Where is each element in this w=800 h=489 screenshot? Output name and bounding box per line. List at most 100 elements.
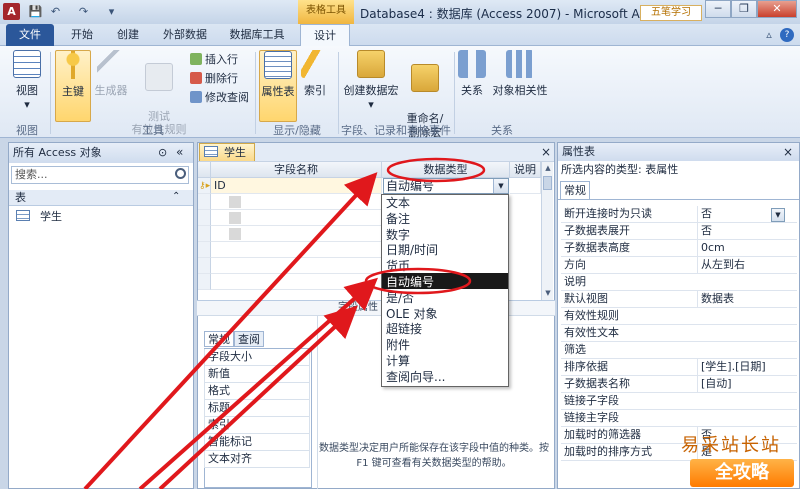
property-row[interactable]: 默认视图 数据表 — [561, 291, 797, 308]
data-type-option[interactable]: 日期/时间 — [386, 242, 438, 258]
field-prop-row[interactable]: 文本对齐 — [204, 451, 310, 468]
tab-database-tools[interactable]: 数据库工具 — [222, 24, 292, 46]
tab-external-data[interactable]: 外部数据 — [154, 24, 216, 46]
description-cell[interactable] — [510, 178, 541, 194]
redo-icon[interactable]: ↷ — [76, 4, 91, 19]
customize-qa-icon[interactable]: ▾ — [104, 4, 119, 19]
row-selector-key[interactable]: ⚷▸ — [198, 178, 211, 194]
modify-lookup-button[interactable]: 修改查阅 — [190, 90, 249, 106]
property-row[interactable]: 有效性规则 — [561, 308, 797, 325]
row-selector[interactable] — [198, 210, 211, 226]
data-type-option[interactable]: 附件 — [386, 337, 410, 353]
shutter-collapse-icon[interactable]: « — [176, 145, 183, 159]
property-row[interactable]: 链接主字段 — [561, 410, 797, 427]
property-value[interactable]: [学生].[日期] — [697, 359, 797, 375]
field-prop-row[interactable]: 智能标记 — [204, 434, 310, 451]
tab-general[interactable]: 常规 — [204, 331, 234, 347]
property-value[interactable]: 0cm — [697, 240, 797, 256]
close-document-icon[interactable]: × — [541, 145, 551, 159]
field-name-cell[interactable] — [211, 274, 382, 290]
row-selector[interactable] — [198, 194, 211, 210]
field-prop-row[interactable]: 新值 — [204, 366, 310, 383]
row-selector[interactable] — [198, 242, 211, 258]
scroll-down-icon[interactable]: ▼ — [542, 287, 554, 299]
group-collapse-icon[interactable]: ⌃ — [172, 191, 180, 202]
restore-button[interactable]: ❐ — [731, 0, 757, 18]
save-icon[interactable]: 💾 — [28, 4, 43, 19]
nav-search-input[interactable]: 搜索... — [11, 166, 189, 184]
tab-file[interactable]: 文件 — [6, 24, 54, 46]
access-app-icon[interactable]: A — [3, 3, 20, 20]
combo-dropdown-icon[interactable]: ▼ — [493, 179, 508, 193]
document-tab-student[interactable]: 学生 — [199, 143, 255, 161]
property-value[interactable]: 否 — [697, 223, 797, 239]
property-row[interactable]: 链接子字段 — [561, 393, 797, 410]
delete-row-button[interactable]: 删除行 — [190, 71, 238, 87]
object-dependencies-button[interactable]: 对象相关性 — [490, 50, 550, 122]
data-type-option[interactable]: 是/否 — [386, 290, 414, 306]
field-name-cell[interactable] — [211, 242, 382, 258]
builder-button[interactable]: 生成器 — [93, 50, 129, 122]
nav-group-tables[interactable]: 表 — [9, 190, 193, 206]
grid-scrollbar[interactable]: ▲ ▼ — [541, 162, 553, 300]
row-selector[interactable] — [198, 274, 211, 290]
data-type-option[interactable]: 数字 — [386, 227, 410, 243]
field-name-cell[interactable]: ID — [211, 178, 382, 194]
row-selector[interactable] — [198, 226, 211, 242]
indexes-button[interactable]: 索引 — [300, 50, 330, 122]
field-prop-row[interactable]: 标题 — [204, 400, 310, 417]
primary-key-button[interactable]: 主键 — [55, 50, 91, 122]
tab-create[interactable]: 创建 — [108, 24, 148, 46]
data-type-option[interactable]: 自动编号 — [386, 274, 434, 290]
nav-menu-icon[interactable]: ⊙ — [158, 146, 167, 159]
property-tab-general[interactable]: 常规 — [560, 181, 590, 199]
row-selector[interactable] — [198, 258, 211, 274]
field-name-cell[interactable] — [211, 258, 382, 274]
scroll-up-icon[interactable]: ▲ — [542, 162, 554, 174]
scroll-thumb[interactable] — [543, 176, 552, 190]
data-type-option[interactable]: 超链接 — [386, 321, 422, 337]
data-type-option[interactable]: 货币 — [386, 258, 410, 274]
field-prop-row[interactable]: 索引 — [204, 417, 310, 434]
data-type-option[interactable]: 文本 — [386, 195, 410, 211]
data-type-combo[interactable]: 自动编号 — [383, 178, 509, 194]
close-button[interactable]: ✕ — [757, 0, 797, 18]
property-row[interactable]: 子数据表高度 0cm — [561, 240, 797, 257]
close-property-sheet-icon[interactable]: × — [783, 145, 793, 159]
data-type-option[interactable]: 备注 — [386, 211, 410, 227]
property-row[interactable]: 有效性文本 — [561, 325, 797, 342]
minimize-button[interactable]: ─ — [705, 0, 731, 18]
property-row[interactable]: 子数据表展开 否 — [561, 223, 797, 240]
property-row[interactable]: 方向 从左到右 — [561, 257, 797, 274]
field-prop-row[interactable]: 字段大小 — [204, 349, 310, 366]
property-row[interactable]: 排序依据 [学生].[日期] — [561, 359, 797, 376]
field-prop-row[interactable]: 格式 — [204, 383, 310, 400]
relationships-button[interactable]: 关系 — [457, 50, 487, 122]
data-macro-icon — [357, 50, 385, 78]
property-dropdown-icon[interactable]: ▼ — [771, 208, 785, 222]
tab-lookup[interactable]: 查阅 — [234, 331, 264, 347]
data-type-option[interactable]: 计算 — [386, 353, 410, 369]
data-type-option[interactable]: OLE 对象 — [386, 306, 438, 322]
view-button[interactable]: 视图 ▾ — [8, 50, 46, 122]
rename-delete-macro-button[interactable]: 重命名/ 删除宏 — [402, 50, 448, 139]
test-validation-button[interactable]: 测试 有效性规则 — [131, 50, 187, 136]
collapse-ribbon-icon[interactable]: ▵ — [762, 28, 776, 42]
tab-design[interactable]: 设计 — [300, 24, 350, 46]
property-row[interactable]: 断开连接时为只读否 — [561, 206, 797, 223]
create-data-macro-button[interactable]: 创建数据宏 ▾ — [342, 50, 400, 122]
insert-row-button[interactable]: 插入行 — [190, 52, 238, 68]
search-icon[interactable] — [175, 168, 186, 179]
property-value[interactable]: 从左到右 — [697, 257, 797, 273]
property-sheet-button[interactable]: 属性表 — [259, 50, 297, 122]
tab-home[interactable]: 开始 — [62, 24, 102, 46]
property-row[interactable]: 筛选 — [561, 342, 797, 359]
property-row[interactable]: 说明 — [561, 274, 797, 291]
help-icon[interactable]: ? — [780, 28, 794, 42]
data-type-option[interactable]: 查阅向导... — [386, 369, 445, 385]
property-value[interactable]: 数据表 — [697, 291, 797, 307]
property-row[interactable]: 子数据表名称 [自动] — [561, 376, 797, 393]
property-value[interactable]: [自动] — [697, 376, 797, 392]
undo-icon[interactable]: ↶ — [48, 4, 63, 19]
nav-item-student-table[interactable]: 学生 — [16, 209, 62, 225]
